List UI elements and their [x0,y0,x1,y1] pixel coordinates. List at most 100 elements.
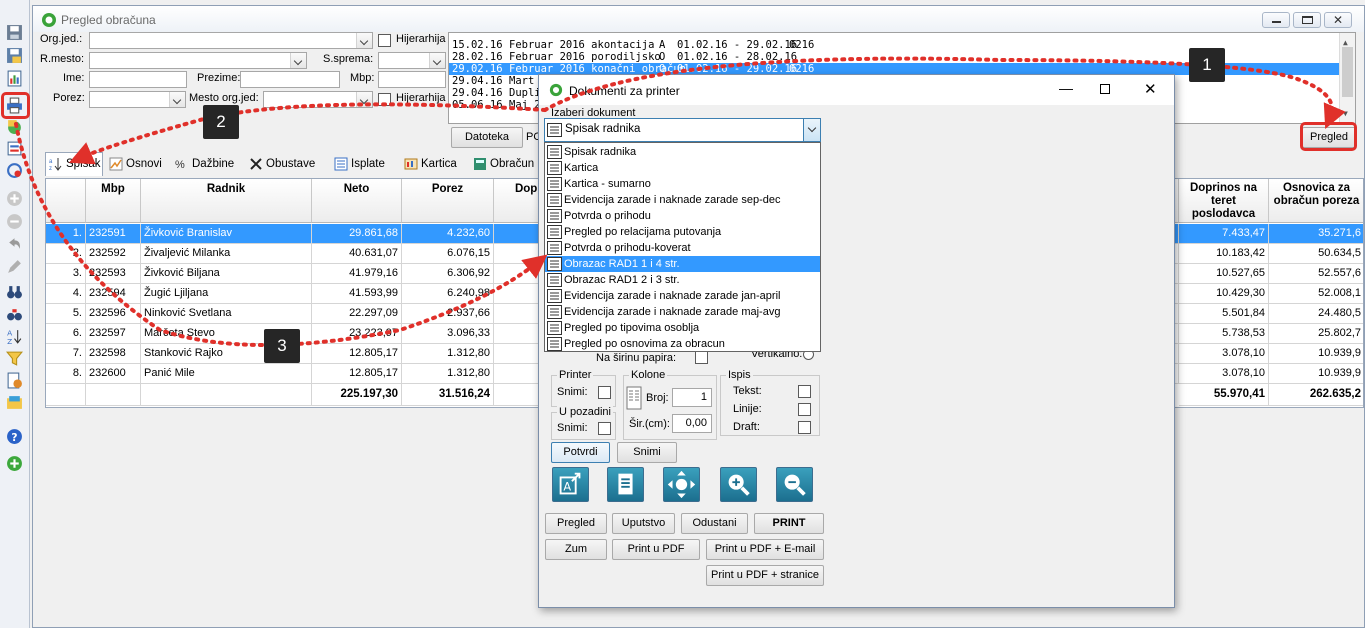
draft-checkbox[interactable] [798,421,811,434]
tab-label: Obračun [490,158,535,170]
linije-checkbox[interactable] [798,403,811,416]
chevron-down-icon[interactable] [356,33,372,48]
move-icon[interactable] [663,467,700,502]
go-icon[interactable] [6,455,23,472]
period-scrollbar[interactable]: ▲ ▼ [1339,33,1355,123]
dropdown-option[interactable]: Kartica - sumarno [545,176,820,192]
edit-icon[interactable] [6,258,23,275]
column-header[interactable]: Mbp [86,179,141,223]
tab-dažbine[interactable]: % Dažbine [171,152,243,176]
ime-input[interactable] [89,71,187,88]
export-a-icon[interactable]: A [552,467,589,502]
zoom-in-icon[interactable] [720,467,757,502]
dropdown-option[interactable]: Kartica [545,160,820,176]
tab-obustave[interactable]: Obustave [245,152,328,176]
maximize-button[interactable] [1293,12,1321,28]
prezime-input[interactable] [240,71,340,88]
tab-spisak[interactable]: a z Spisak [45,152,103,176]
tab-kartica[interactable]: Kartica [400,152,467,176]
dropdown-option[interactable]: Potvrda o prihodu [545,208,820,224]
dropdown-option[interactable]: Obrazac RAD1 1 i 4 str. [545,256,820,272]
s-sprema-combo[interactable] [378,52,446,69]
help-icon[interactable]: ? [6,428,23,445]
hijerarhija2-checkbox[interactable] [378,93,391,106]
mbp-input[interactable] [378,71,446,88]
uputstvo-button[interactable]: Uputstvo [612,513,675,534]
zoom-out-icon[interactable] [776,467,813,502]
dropdown-option[interactable]: Spisak radnika [545,144,820,160]
document-dropdown-list[interactable]: Spisak radnika Kartica Kartica - sumarno Ev… [544,142,821,352]
na-sirinu-checkbox[interactable] [695,351,708,364]
hijerarhija-checkbox[interactable] [378,34,391,47]
column-header[interactable] [46,179,86,223]
close-button[interactable]: ✕ [1324,12,1352,28]
undo-icon[interactable] [6,235,23,252]
tab-osnovi[interactable]: Osnovi [105,152,169,176]
hijerarhija2-label: Hijerarhija [396,92,446,104]
period-date: 28.02.16 [452,51,503,63]
sort-az-icon[interactable]: AZ [6,328,23,345]
remove-icon[interactable] [6,213,23,230]
snimi-printer-checkbox[interactable] [598,386,611,399]
zum-button[interactable]: Zum [545,539,607,560]
import-icon[interactable] [6,140,23,157]
folder-icon[interactable] [6,394,23,411]
save-as-icon[interactable] [6,47,23,64]
chevron-down-icon[interactable] [290,53,306,68]
porez-combo[interactable] [89,91,186,108]
settings-list-icon[interactable] [6,372,23,389]
column-header[interactable]: Neto [312,179,402,223]
org-jed-combo[interactable] [89,32,373,49]
snimi-button[interactable]: Snimi [617,442,677,463]
print-button[interactable]: PRINT [754,513,824,534]
snimi-pozadini-checkbox[interactable] [598,422,611,435]
odustani-button[interactable]: Odustani [681,513,748,534]
export-icon[interactable] [6,118,23,135]
tab-obračun[interactable]: Obračun [469,152,539,176]
dropdown-option[interactable]: Pregled po osnovima za obracun [545,336,820,352]
dialog-close-button[interactable]: ✕ [1144,80,1157,98]
dropdown-option[interactable]: Pregled po relacijama putovanja [545,224,820,240]
report-icon[interactable] [6,70,23,87]
scroll-down-icon[interactable]: ▼ [1343,109,1348,118]
document-select[interactable]: Spisak radnika [544,118,821,142]
dropdown-option[interactable]: Potvrda o prihodu-koverat [545,240,820,256]
dialog-minimize-button[interactable]: — [1059,80,1073,96]
mesto-org-jed-combo[interactable] [263,91,373,108]
broj-input[interactable]: 1 [672,388,712,407]
minimize-button[interactable] [1262,12,1290,28]
dropdown-option[interactable]: Pregled po tipovima osoblja [545,320,820,336]
chevron-down-icon[interactable] [356,92,372,107]
dropdown-option[interactable]: Evidencija zarade i naknade zarade jan-a… [545,288,820,304]
scroll-up-icon[interactable]: ▲ [1343,38,1348,47]
column-header[interactable]: Radnik [141,179,312,223]
print-pdf-email-button[interactable]: Print u PDF + E-mail [706,539,824,560]
refresh-icon[interactable] [6,162,23,179]
binoculars-icon[interactable] [6,284,23,301]
dropdown-option[interactable]: Obrazac RAD1 2 i 3 str. [545,272,820,288]
chevron-down-icon[interactable] [169,92,185,107]
column-header[interactable]: Doprinos na teret poslodavca [1179,179,1269,223]
find-next-icon[interactable] [6,306,23,323]
tekst-checkbox[interactable] [798,385,811,398]
sirina-input[interactable]: 0,00 [672,414,712,433]
chevron-down-icon[interactable] [429,53,445,68]
r-mesto-combo[interactable] [89,52,307,69]
add-icon[interactable] [6,190,23,207]
save-icon[interactable] [6,24,23,41]
print-pdf-stranice-button[interactable]: Print u PDF + stranice [706,565,824,586]
document-icon[interactable] [607,467,644,502]
dialog-maximize-button[interactable] [1100,84,1110,94]
tab-isplate[interactable]: Isplate [330,152,398,176]
column-header[interactable]: Porez [402,179,494,223]
print-pdf-button[interactable]: Print u PDF [612,539,700,560]
chevron-down-icon[interactable] [803,119,820,141]
potvrdi-button[interactable]: Potvrdi [551,442,610,463]
filter-icon[interactable] [6,350,23,367]
column-header[interactable]: Osnovica za obračun poreza [1269,179,1363,223]
dropdown-option[interactable]: Evidencija zarade i naknade zarade maj-a… [545,304,820,320]
scroll-thumb[interactable] [1342,47,1353,97]
datoteka-button[interactable]: Datoteka [451,127,523,148]
dropdown-option[interactable]: Evidencija zarade i naknade zarade sep-d… [545,192,820,208]
pregled-dialog-button[interactable]: Pregled [545,513,607,534]
